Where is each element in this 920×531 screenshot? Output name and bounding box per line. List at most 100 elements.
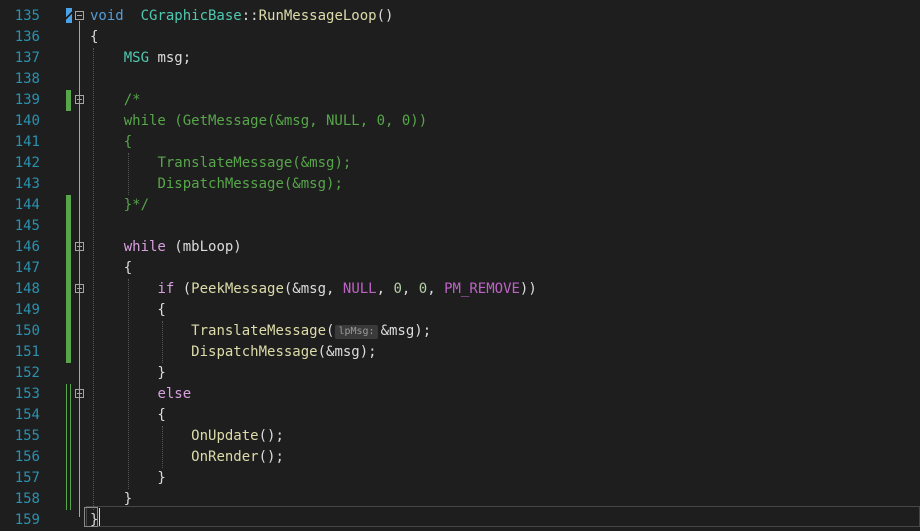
code-token: ( xyxy=(174,281,192,297)
code-text: OnUpdate(); xyxy=(90,426,284,447)
line-number: 158 xyxy=(14,491,40,507)
line-number: 140 xyxy=(14,113,40,129)
code-token: (); xyxy=(258,428,284,444)
code-line[interactable]: 143 DispatchMessage(&msg); xyxy=(0,174,920,195)
code-token: 0 xyxy=(418,281,428,297)
code-line[interactable]: 149 { xyxy=(0,300,920,321)
code-line[interactable]: 137 MSG msg; xyxy=(0,48,920,69)
code-token: NULL xyxy=(342,281,377,297)
indent-guide xyxy=(128,279,130,489)
code-text: while (GetMessage(&msg, NULL, 0, 0)) xyxy=(90,111,427,132)
code-line[interactable]: 138 xyxy=(0,69,920,90)
fold-region-line xyxy=(79,294,80,349)
code-line[interactable]: 157 } xyxy=(0,468,920,489)
code-token: while xyxy=(123,239,166,255)
code-text: /* xyxy=(90,90,141,111)
code-text: }*/ xyxy=(90,195,149,216)
code-token: :: xyxy=(241,8,259,24)
indent-guide xyxy=(128,153,130,195)
code-editor[interactable]: 135 void CGraphicBase::RunMessageLoop() 13… xyxy=(0,0,920,530)
unsaved-change-marker xyxy=(66,468,71,489)
code-text: MSG msg; xyxy=(90,48,191,69)
code-line[interactable]: 136 { xyxy=(0,27,920,48)
code-line[interactable]: 146 while (mbLoop) xyxy=(0,237,920,258)
line-number: 141 xyxy=(14,134,40,150)
code-text: { xyxy=(90,27,98,48)
code-text: { xyxy=(90,132,132,153)
code-text: TranslateMessage(lpMsg: &msg); xyxy=(90,321,431,342)
saved-change-marker xyxy=(66,237,71,258)
code-token: } xyxy=(90,491,133,507)
code-token: OnRender xyxy=(191,449,259,465)
edit-indicator-icon xyxy=(66,8,72,23)
code-line[interactable]: 142 TranslateMessage(&msg); xyxy=(0,153,920,174)
current-line-highlight xyxy=(86,506,920,527)
code-text: DispatchMessage(&msg); xyxy=(90,342,376,363)
unsaved-change-marker xyxy=(66,384,71,405)
code-line[interactable]: 148 if (PeekMessage(&msg, NULL, 0, 0, PM… xyxy=(0,279,920,300)
saved-change-marker xyxy=(66,321,71,342)
code-line[interactable]: 154 { xyxy=(0,405,920,426)
code-token: , xyxy=(401,281,419,297)
code-text: else xyxy=(90,384,191,405)
code-line[interactable]: 156 OnRender(); xyxy=(0,447,920,468)
fold-region-line xyxy=(79,105,80,202)
line-number: 150 xyxy=(14,323,40,339)
code-token: msg; xyxy=(149,50,192,66)
code-line[interactable]: 140 while (GetMessage(&msg, NULL, 0, 0)) xyxy=(0,111,920,132)
indent-guide xyxy=(162,426,164,468)
code-token: 0 xyxy=(393,281,402,297)
indent-guide xyxy=(93,48,95,510)
code-line[interactable]: 135 void CGraphicBase::RunMessageLoop() xyxy=(0,6,920,27)
line-number: 148 xyxy=(14,281,40,297)
line-number: 143 xyxy=(14,176,40,192)
code-token: PeekMessage xyxy=(191,281,284,297)
line-number: 136 xyxy=(14,29,40,45)
code-token: { xyxy=(123,134,133,150)
code-token: () xyxy=(376,8,394,24)
code-text: { xyxy=(90,258,132,279)
code-line[interactable]: 139 /* xyxy=(0,90,920,111)
line-number: 152 xyxy=(14,365,40,381)
saved-change-marker xyxy=(66,300,71,321)
code-line[interactable]: 152 } xyxy=(0,363,920,384)
parameter-hint: lpMsg: xyxy=(335,325,378,339)
code-token: (&msg, xyxy=(283,281,343,297)
line-number: 159 xyxy=(14,512,40,528)
code-token: while (GetMessage(&msg, NULL, 0, 0)) xyxy=(123,113,428,129)
saved-change-marker xyxy=(66,279,71,300)
code-text: if (PeekMessage(&msg, NULL, 0, 0, PM_REM… xyxy=(90,279,536,300)
code-line[interactable]: 153 else xyxy=(0,384,920,405)
line-number: 137 xyxy=(14,50,40,66)
line-number: 155 xyxy=(14,428,40,444)
code-line[interactable]: 144 }*/ xyxy=(0,195,920,216)
line-number: 154 xyxy=(14,407,40,423)
code-line[interactable]: 150 TranslateMessage(lpMsg: &msg); xyxy=(0,321,920,342)
code-line[interactable]: 155 OnUpdate(); xyxy=(0,426,920,447)
line-number: 135 xyxy=(14,8,40,24)
code-line[interactable]: 141 { xyxy=(0,132,920,153)
code-line[interactable]: 147 { xyxy=(0,258,920,279)
code-token: , xyxy=(376,281,394,297)
code-token: else xyxy=(157,386,192,402)
collapse-icon[interactable] xyxy=(75,11,84,20)
line-number: 138 xyxy=(14,71,40,87)
code-token: ( xyxy=(326,323,335,339)
fold-region-line xyxy=(79,399,80,475)
unsaved-change-marker xyxy=(66,405,71,426)
code-line[interactable]: 145 xyxy=(0,216,920,237)
code-token: TranslateMessage(&msg); xyxy=(157,155,352,171)
code-line[interactable]: 151 DispatchMessage(&msg); xyxy=(0,342,920,363)
line-number: 142 xyxy=(14,155,40,171)
code-text: void CGraphicBase::RunMessageLoop() xyxy=(90,6,393,27)
